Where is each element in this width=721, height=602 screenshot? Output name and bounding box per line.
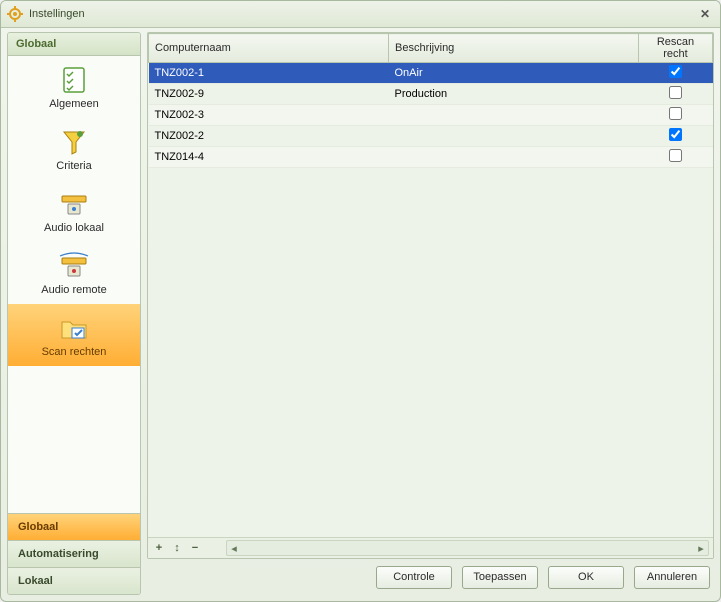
sidebar-item-label: Audio lokaal	[44, 222, 104, 234]
cell-beschrijving	[389, 105, 639, 126]
cell-computernaam: TNZ002-9	[149, 84, 389, 105]
col-rescan-recht[interactable]: Rescan recht	[639, 34, 713, 63]
sidebar-item-label: Criteria	[56, 160, 91, 172]
sidebar-item-audio-lokaal[interactable]: Audio lokaal	[8, 180, 140, 242]
server-remote-icon	[58, 252, 90, 280]
close-icon[interactable]: ✕	[696, 5, 714, 23]
sidebar-section-lokaal[interactable]: Lokaal	[8, 567, 140, 594]
table-row[interactable]: TNZ002-2	[149, 126, 713, 147]
sidebar-footer: Globaal Automatisering Lokaal	[8, 513, 140, 594]
table-tool-row: + ↕ − ◂ ▸	[148, 537, 713, 558]
table-row[interactable]: TNZ002-9Production	[149, 84, 713, 105]
sidebar-item-criteria[interactable]: Criteria	[8, 118, 140, 180]
toepassen-button[interactable]: Toepassen	[462, 566, 538, 589]
sidebar-section-automatisering[interactable]: Automatisering	[8, 540, 140, 567]
table-row[interactable]: TNZ002-3	[149, 105, 713, 126]
ok-button[interactable]: OK	[548, 566, 624, 589]
dialog-buttons: Controle Toepassen OK Annuleren	[147, 559, 714, 595]
scroll-right-icon[interactable]: ▸	[694, 541, 708, 555]
cell-rescan-recht	[639, 126, 713, 147]
sidebar-item-label: Scan rechten	[42, 346, 107, 358]
cell-beschrijving	[389, 147, 639, 168]
table-area: Computernaam Beschrijving Rescan recht T…	[147, 32, 714, 559]
window-title: Instellingen	[29, 8, 696, 20]
remove-row-button[interactable]: −	[188, 541, 202, 555]
sidebar-item-label: Audio remote	[41, 284, 106, 296]
server-local-icon	[58, 190, 90, 218]
rescan-checkbox[interactable]	[669, 65, 682, 78]
rescan-checkbox[interactable]	[669, 149, 682, 162]
col-computernaam[interactable]: Computernaam	[149, 34, 389, 63]
cell-rescan-recht	[639, 105, 713, 126]
gear-icon	[7, 6, 23, 22]
titlebar: Instellingen ✕	[1, 1, 720, 28]
move-row-button[interactable]: ↕	[170, 541, 184, 555]
table-row[interactable]: TNZ002-1OnAir	[149, 63, 713, 84]
checklist-icon	[58, 66, 90, 94]
cell-computernaam: TNZ002-3	[149, 105, 389, 126]
table-scroll: Computernaam Beschrijving Rescan recht T…	[148, 33, 713, 537]
cell-rescan-recht	[639, 63, 713, 84]
cell-computernaam: TNZ014-4	[149, 147, 389, 168]
sidebar-item-audio-remote[interactable]: Audio remote	[8, 242, 140, 304]
rescan-checkbox[interactable]	[669, 128, 682, 141]
main-panel: Computernaam Beschrijving Rescan recht T…	[147, 32, 714, 595]
cell-rescan-recht	[639, 147, 713, 168]
sidebar-item-label: Algemeen	[49, 98, 99, 110]
sidebar-item-algemeen[interactable]: Algemeen	[8, 56, 140, 118]
controle-button[interactable]: Controle	[376, 566, 452, 589]
cell-beschrijving	[389, 126, 639, 147]
funnel-icon	[58, 128, 90, 156]
col-beschrijving[interactable]: Beschrijving	[389, 34, 639, 63]
annuleren-button[interactable]: Annuleren	[634, 566, 710, 589]
table-row[interactable]: TNZ014-4	[149, 147, 713, 168]
sidebar: Globaal Algemeen Criteria	[7, 32, 141, 595]
folder-check-icon	[58, 314, 90, 342]
sidebar-header: Globaal	[8, 33, 140, 56]
computers-table: Computernaam Beschrijving Rescan recht T…	[148, 33, 713, 168]
sidebar-item-scan-rechten[interactable]: Scan rechten	[8, 304, 140, 366]
add-row-button[interactable]: +	[152, 541, 166, 555]
horizontal-scrollbar[interactable]: ◂ ▸	[226, 540, 709, 556]
settings-window: Instellingen ✕ Globaal Algemeen Criteria	[0, 0, 721, 602]
cell-computernaam: TNZ002-1	[149, 63, 389, 84]
cell-beschrijving: OnAir	[389, 63, 639, 84]
window-body: Globaal Algemeen Criteria	[1, 28, 720, 601]
cell-computernaam: TNZ002-2	[149, 126, 389, 147]
cell-rescan-recht	[639, 84, 713, 105]
rescan-checkbox[interactable]	[669, 86, 682, 99]
rescan-checkbox[interactable]	[669, 107, 682, 120]
sidebar-section-globaal[interactable]: Globaal	[8, 513, 140, 540]
sidebar-items: Algemeen Criteria Audio lokaal	[8, 56, 140, 513]
cell-beschrijving: Production	[389, 84, 639, 105]
scroll-left-icon[interactable]: ◂	[227, 541, 241, 555]
